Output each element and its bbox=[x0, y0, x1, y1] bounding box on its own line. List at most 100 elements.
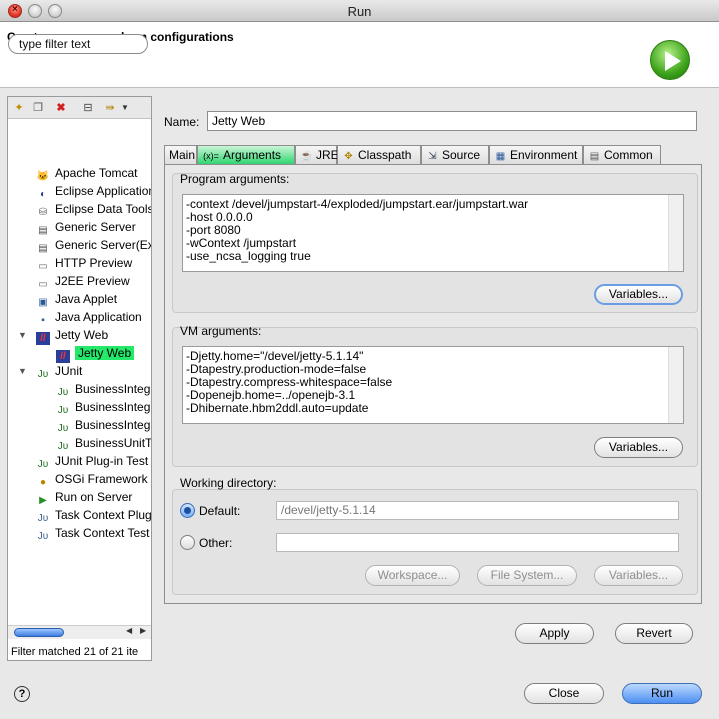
collapse-all-icon[interactable]: ⊟ bbox=[81, 101, 95, 115]
tab-common[interactable]: ▤ Common bbox=[583, 145, 661, 165]
tree-item-label: Jetty Web bbox=[55, 328, 109, 342]
title-bar: × Run bbox=[0, 0, 719, 22]
tree-item-label: Eclipse Application bbox=[55, 184, 151, 198]
tree-item-label: Apache Tomcat bbox=[55, 166, 138, 180]
program-arguments-scrollbar[interactable] bbox=[668, 195, 683, 271]
tree-item-label: BusinessInteg bbox=[75, 382, 151, 396]
tree-item[interactable]: Jᴜ BusinessInteg bbox=[56, 398, 151, 416]
tree-item[interactable]: ▪ Java Application bbox=[36, 308, 142, 326]
tree-item-label: Task Context Plug bbox=[55, 508, 151, 522]
argument-line: -Dhibernate.hbm2ddl.auto=update bbox=[186, 401, 369, 415]
argument-line: -context /devel/jumpstart-4/exploded/jum… bbox=[186, 197, 529, 211]
other-radio-label: Other: bbox=[199, 536, 233, 550]
tree-item[interactable]: Jᴜ BusinessUnitT bbox=[56, 434, 151, 452]
tab-source[interactable]: ⇲ Source bbox=[421, 145, 489, 165]
tree-item[interactable]: ▭ J2EE Preview bbox=[36, 272, 130, 290]
tree-item[interactable]: Jᴜ JUnit Plug-in Test bbox=[36, 452, 148, 470]
dialog-header: Create, manage, and run configurations bbox=[0, 22, 719, 88]
tree-item-label: BusinessUnitT bbox=[75, 436, 151, 450]
tree-item-label: Run on Server bbox=[55, 490, 133, 504]
configuration-tree: 🐱 Apache Tomcat ◐ Eclipse Application ⛁ Eclip… bbox=[8, 164, 151, 626]
tree-item-label: JUnit Plug-in Test bbox=[55, 454, 149, 468]
tab-environment[interactable]: ▦ Environment bbox=[489, 145, 583, 165]
run-icon bbox=[650, 40, 690, 80]
tree-item-label: HTTP Preview bbox=[55, 256, 133, 270]
tree-item[interactable]: ● OSGi Framework bbox=[36, 470, 148, 488]
variable-icon: (x)= bbox=[203, 151, 219, 161]
filter-status: Filter matched 21 of 21 ite bbox=[11, 646, 139, 658]
tree-item[interactable]: Jᴜ Task Context Plug bbox=[36, 506, 151, 524]
tree-item[interactable]: //Jetty Web bbox=[56, 344, 135, 363]
file-system-button[interactable]: File System... bbox=[477, 565, 577, 586]
vm-arguments-scrollbar[interactable] bbox=[668, 347, 683, 423]
filter-config-icon[interactable]: ⇛ bbox=[103, 101, 117, 115]
tree-item-label: BusinessInteg bbox=[75, 418, 151, 432]
junit-icon: Jᴜ bbox=[37, 369, 49, 380]
run-button[interactable]: Run bbox=[622, 683, 702, 704]
tree-item[interactable]: ▤ Generic Server bbox=[36, 218, 136, 236]
tree-item[interactable]: ▼ // Jetty Web bbox=[18, 326, 109, 345]
working-directory-variables-button[interactable]: Variables... bbox=[594, 565, 683, 586]
tree-item[interactable]: ▶ Run on Server bbox=[36, 488, 132, 506]
tree-item-label: Generic Server bbox=[55, 220, 136, 234]
delete-config-icon[interactable]: ✖ bbox=[54, 101, 68, 115]
program-variables-button[interactable]: Variables... bbox=[594, 284, 683, 305]
tree-item-label: Generic Server(Ext bbox=[55, 238, 151, 252]
tab-classpath[interactable]: ✥ Classpath bbox=[337, 145, 421, 165]
default-radio[interactable] bbox=[180, 503, 195, 518]
tab-jre[interactable]: ☕ JRE bbox=[295, 145, 339, 165]
tree-item[interactable]: ⛁ Eclipse Data Tools bbox=[36, 200, 151, 218]
default-directory-field: /devel/jetty-5.1.14 bbox=[276, 501, 679, 520]
default-radio-label: Default: bbox=[199, 504, 241, 518]
jetty-icon: // bbox=[36, 332, 50, 345]
tree-item-label: J2EE Preview bbox=[55, 274, 130, 288]
tree-item[interactable]: 🐱 Apache Tomcat bbox=[36, 164, 138, 182]
vm-arguments-textarea[interactable]: -Djetty.home="/devel/jetty-5.1.14" -Dtape… bbox=[182, 346, 684, 424]
duplicate-config-icon[interactable]: ❐ bbox=[31, 101, 45, 115]
tree-item-label: OSGi Framework bbox=[55, 472, 148, 486]
task-icon: Jᴜ bbox=[37, 531, 49, 542]
working-directory-label: Working directory: bbox=[180, 476, 277, 490]
configuration-editor: Name: Jetty Web Main (x)= Arguments ☕ JRE … bbox=[160, 104, 710, 664]
scrollbar-thumb[interactable] bbox=[14, 628, 64, 637]
other-directory-field[interactable] bbox=[276, 533, 679, 552]
other-radio[interactable] bbox=[180, 535, 195, 550]
tree-item[interactable]: ▤ Generic Server(Ext bbox=[36, 236, 151, 254]
expand-arrow-icon[interactable]: ▼ bbox=[18, 326, 27, 344]
close-button[interactable]: Close bbox=[524, 683, 604, 704]
config-toolbar: ✦ ❐ ✖ ⊟ ⇛ ▼ bbox=[8, 97, 151, 119]
expand-arrow-icon[interactable]: ▼ bbox=[18, 362, 27, 380]
program-arguments-label: Program arguments: bbox=[180, 172, 290, 186]
workspace-button[interactable]: Workspace... bbox=[365, 565, 460, 586]
tree-item[interactable]: Jᴜ Task Context Test bbox=[36, 524, 150, 542]
tree-item-label: Task Context Test bbox=[55, 526, 150, 540]
tab-main[interactable]: Main bbox=[164, 145, 197, 165]
config-tabs: Main (x)= Arguments ☕ JRE ✥ Classpath ⇲ Sour… bbox=[164, 145, 702, 165]
scroll-left-icon[interactable]: ◀ bbox=[126, 626, 132, 635]
argument-line: -use_ncsa_logging true bbox=[186, 249, 311, 263]
tree-item-label: Jetty Web bbox=[75, 346, 135, 360]
apply-button[interactable]: Apply bbox=[515, 623, 594, 644]
tree-item[interactable]: Jᴜ BusinessInteg bbox=[56, 380, 151, 398]
vm-variables-button[interactable]: Variables... bbox=[594, 437, 683, 458]
tree-item[interactable]: ▭ HTTP Preview bbox=[36, 254, 132, 272]
tree-item[interactable]: ▣ Java Applet bbox=[36, 290, 117, 308]
tree-item-label: Java Application bbox=[55, 310, 142, 324]
help-icon[interactable]: ? bbox=[14, 686, 30, 702]
name-field[interactable]: Jetty Web bbox=[207, 111, 697, 131]
tree-item[interactable]: ◐ Eclipse Application bbox=[36, 182, 151, 200]
new-config-icon[interactable]: ✦ bbox=[12, 101, 26, 115]
tree-horizontal-scrollbar[interactable]: ◀ ▶ bbox=[8, 625, 151, 639]
tree-item[interactable]: ▼ Jᴜ JUnit bbox=[18, 362, 82, 380]
tree-item[interactable]: Jᴜ BusinessInteg bbox=[56, 416, 151, 434]
arguments-tab-panel: Program arguments: -context /devel/jumps… bbox=[164, 164, 702, 604]
window-title: Run bbox=[347, 4, 372, 19]
chevron-down-icon[interactable]: ▼ bbox=[118, 101, 132, 115]
scroll-right-icon[interactable]: ▶ bbox=[140, 626, 146, 635]
tab-arguments[interactable]: (x)= Arguments bbox=[197, 145, 295, 165]
tree-item-label: Java Applet bbox=[55, 292, 118, 306]
filter-input[interactable]: type filter text bbox=[8, 34, 148, 54]
program-arguments-textarea[interactable]: -context /devel/jumpstart-4/exploded/jum… bbox=[182, 194, 684, 272]
name-label: Name: bbox=[164, 115, 200, 129]
revert-button[interactable]: Revert bbox=[615, 623, 693, 644]
